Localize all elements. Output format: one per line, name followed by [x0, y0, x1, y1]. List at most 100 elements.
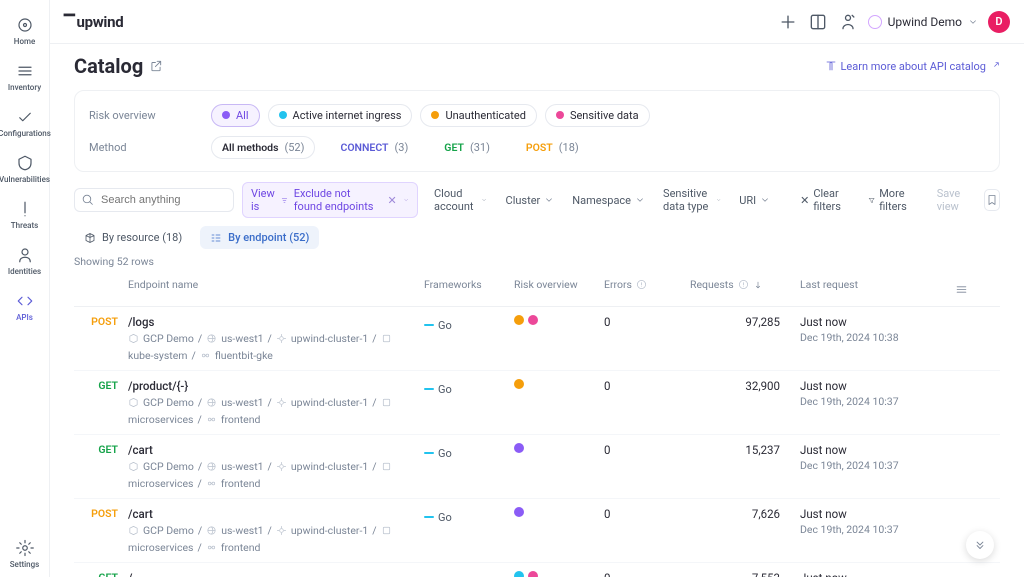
workspace-switcher[interactable]: Upwind Demo [868, 15, 978, 29]
method-pill-all-methods[interactable]: All methods (52) [211, 136, 315, 159]
scroll-down-button[interactable] [966, 531, 994, 559]
topbar: upwind Upwind Demo D [50, 0, 1024, 44]
endpoints-table: Endpoint name Frameworks Risk overview E… [74, 272, 1000, 577]
sidebar-item-threats[interactable]: Threats [0, 192, 49, 238]
external-link-icon[interactable] [149, 59, 163, 73]
row-count: Showing 52 rows [74, 255, 1000, 268]
double-chevron-down-icon [973, 538, 987, 552]
risk-indicator [514, 379, 524, 389]
dropdown-sensitive-data-type[interactable]: Sensitive data type [655, 182, 729, 218]
risk-indicator [514, 315, 524, 325]
external-link-icon [990, 61, 1000, 71]
last-request-date: Dec 19th, 2024 10:37 [800, 523, 950, 536]
dropdown-namespace[interactable]: Namespace [564, 182, 653, 218]
dropdown-uri[interactable]: URI [731, 182, 778, 218]
funnel-icon [868, 195, 875, 206]
dropdown-cluster[interactable]: Cluster [498, 182, 563, 218]
sidebar-item-home[interactable]: Home [0, 8, 49, 54]
table-row[interactable]: GET/product/{-}GCP Demo / us-west1 / upw… [74, 371, 1000, 435]
save-view-button: Save view [931, 183, 976, 217]
risk-overview [514, 443, 604, 453]
breadcrumb: GCP Demo / us-west1 / upwind-cluster-1 /… [128, 524, 424, 554]
requests-value: 7,553 [690, 571, 800, 577]
col-risk[interactable]: Risk overview [514, 278, 604, 291]
search-input[interactable] [74, 188, 234, 212]
more-filters-button[interactable]: More filters [862, 183, 923, 217]
col-errors[interactable]: Errors [604, 278, 690, 291]
sidebar-item-vulnerabilities[interactable]: Vulnerabilities [0, 146, 49, 192]
book-icon [825, 60, 837, 72]
chevron-down-icon [544, 195, 554, 205]
tab-by-endpoint[interactable]: By endpoint (52) [200, 226, 319, 249]
columns-settings-button[interactable] [950, 278, 972, 300]
bookmark-button[interactable] [984, 189, 1000, 211]
col-requests[interactable]: Requests [690, 278, 800, 291]
breadcrumb: GCP Demo / us-west1 / upwind-cluster-1 /… [128, 460, 424, 490]
last-request-value: Just now [800, 507, 950, 521]
dot-icon [431, 111, 439, 119]
close-icon[interactable]: ✕ [388, 194, 397, 207]
risk-pill-all[interactable]: All [211, 104, 260, 127]
risk-indicator [528, 315, 538, 325]
method-badge: GET [74, 571, 128, 577]
requests-value: 32,900 [690, 379, 800, 393]
activity-icon[interactable] [838, 12, 858, 32]
errors-value: 0 [604, 315, 690, 329]
table-row[interactable]: POST/cartGCP Demo / us-west1 / upwind-cl… [74, 499, 1000, 563]
last-request-date: Dec 19th, 2024 10:37 [800, 395, 950, 408]
requests-value: 15,237 [690, 443, 800, 457]
dropdown-cloud-account[interactable]: Cloud account [426, 182, 496, 218]
vulnerabilities-icon [16, 154, 34, 172]
col-endpoint[interactable]: Endpoint name [128, 278, 424, 291]
last-request-date: Dec 19th, 2024 10:37 [800, 459, 950, 472]
apis-icon [16, 292, 34, 310]
sidebar-item-configurations[interactable]: Configurations [0, 100, 49, 146]
sidebar: HomeInventoryConfigurationsVulnerabiliti… [0, 0, 50, 577]
chevron-down-icon [481, 195, 487, 205]
last-request-value: Just now [800, 315, 950, 329]
view-filter-chip[interactable]: View is Exclude not found endpoints ✕ [242, 182, 418, 218]
table-row[interactable]: GET/GCP Demo / us-west1 / upwind-cluster… [74, 563, 1000, 577]
dot-icon [556, 111, 564, 119]
learn-more-link[interactable]: Learn more about API catalog [825, 60, 1001, 73]
risk-pill-sensitive-data[interactable]: Sensitive data [545, 104, 650, 127]
list-icon [210, 232, 222, 244]
framework-badge: Go [424, 383, 452, 396]
risk-pill-unauthenticated[interactable]: Unauthenticated [420, 104, 536, 127]
table-row[interactable]: GET/cartGCP Demo / us-west1 / upwind-clu… [74, 435, 1000, 499]
framework-badge: Go [424, 319, 452, 332]
sort-desc-icon [753, 280, 763, 290]
sidebar-item-apis[interactable]: APIs [0, 284, 49, 330]
risk-overview [514, 571, 604, 577]
endpoint-path: /cart [128, 443, 424, 457]
avatar[interactable]: D [988, 11, 1010, 33]
settings-icon [16, 539, 34, 557]
method-pill-post[interactable]: POST (18) [515, 136, 590, 159]
risk-pill-active-internet-ingress[interactable]: Active internet ingress [268, 104, 413, 127]
info-icon [636, 279, 647, 290]
layout-icon[interactable] [808, 12, 828, 32]
workspace-ring-icon [868, 15, 882, 29]
framework-badge: Go [424, 447, 452, 460]
last-request-date: Dec 19th, 2024 10:38 [800, 331, 950, 344]
table-row[interactable]: POST/logsGCP Demo / us-west1 / upwind-cl… [74, 307, 1000, 371]
last-request-value: Just now [800, 443, 950, 457]
page-title: Catalog [74, 54, 163, 78]
dot-icon [279, 111, 287, 119]
col-last[interactable]: Last request [800, 278, 950, 291]
tab-by-resource[interactable]: By resource (18) [74, 226, 192, 249]
col-frameworks[interactable]: Frameworks [424, 278, 514, 291]
method-pill-get[interactable]: GET (31) [433, 136, 501, 159]
method-pill-connect[interactable]: CONNECT (3) [329, 136, 419, 159]
clear-filters-button[interactable]: ✕ Clear filters [794, 183, 854, 217]
breadcrumb: GCP Demo / us-west1 / upwind-cluster-1 /… [128, 332, 424, 362]
brand-logo: upwind [64, 13, 123, 31]
filter-card: Risk overview AllActive internet ingress… [74, 90, 1000, 172]
sidebar-item-inventory[interactable]: Inventory [0, 54, 49, 100]
sidebar-item-settings[interactable]: Settings [0, 531, 49, 577]
workspace-name: Upwind Demo [888, 15, 962, 29]
risk-indicator [514, 571, 524, 577]
requests-value: 97,285 [690, 315, 800, 329]
sidebar-item-identities[interactable]: Identities [0, 238, 49, 284]
plus-icon[interactable] [778, 12, 798, 32]
